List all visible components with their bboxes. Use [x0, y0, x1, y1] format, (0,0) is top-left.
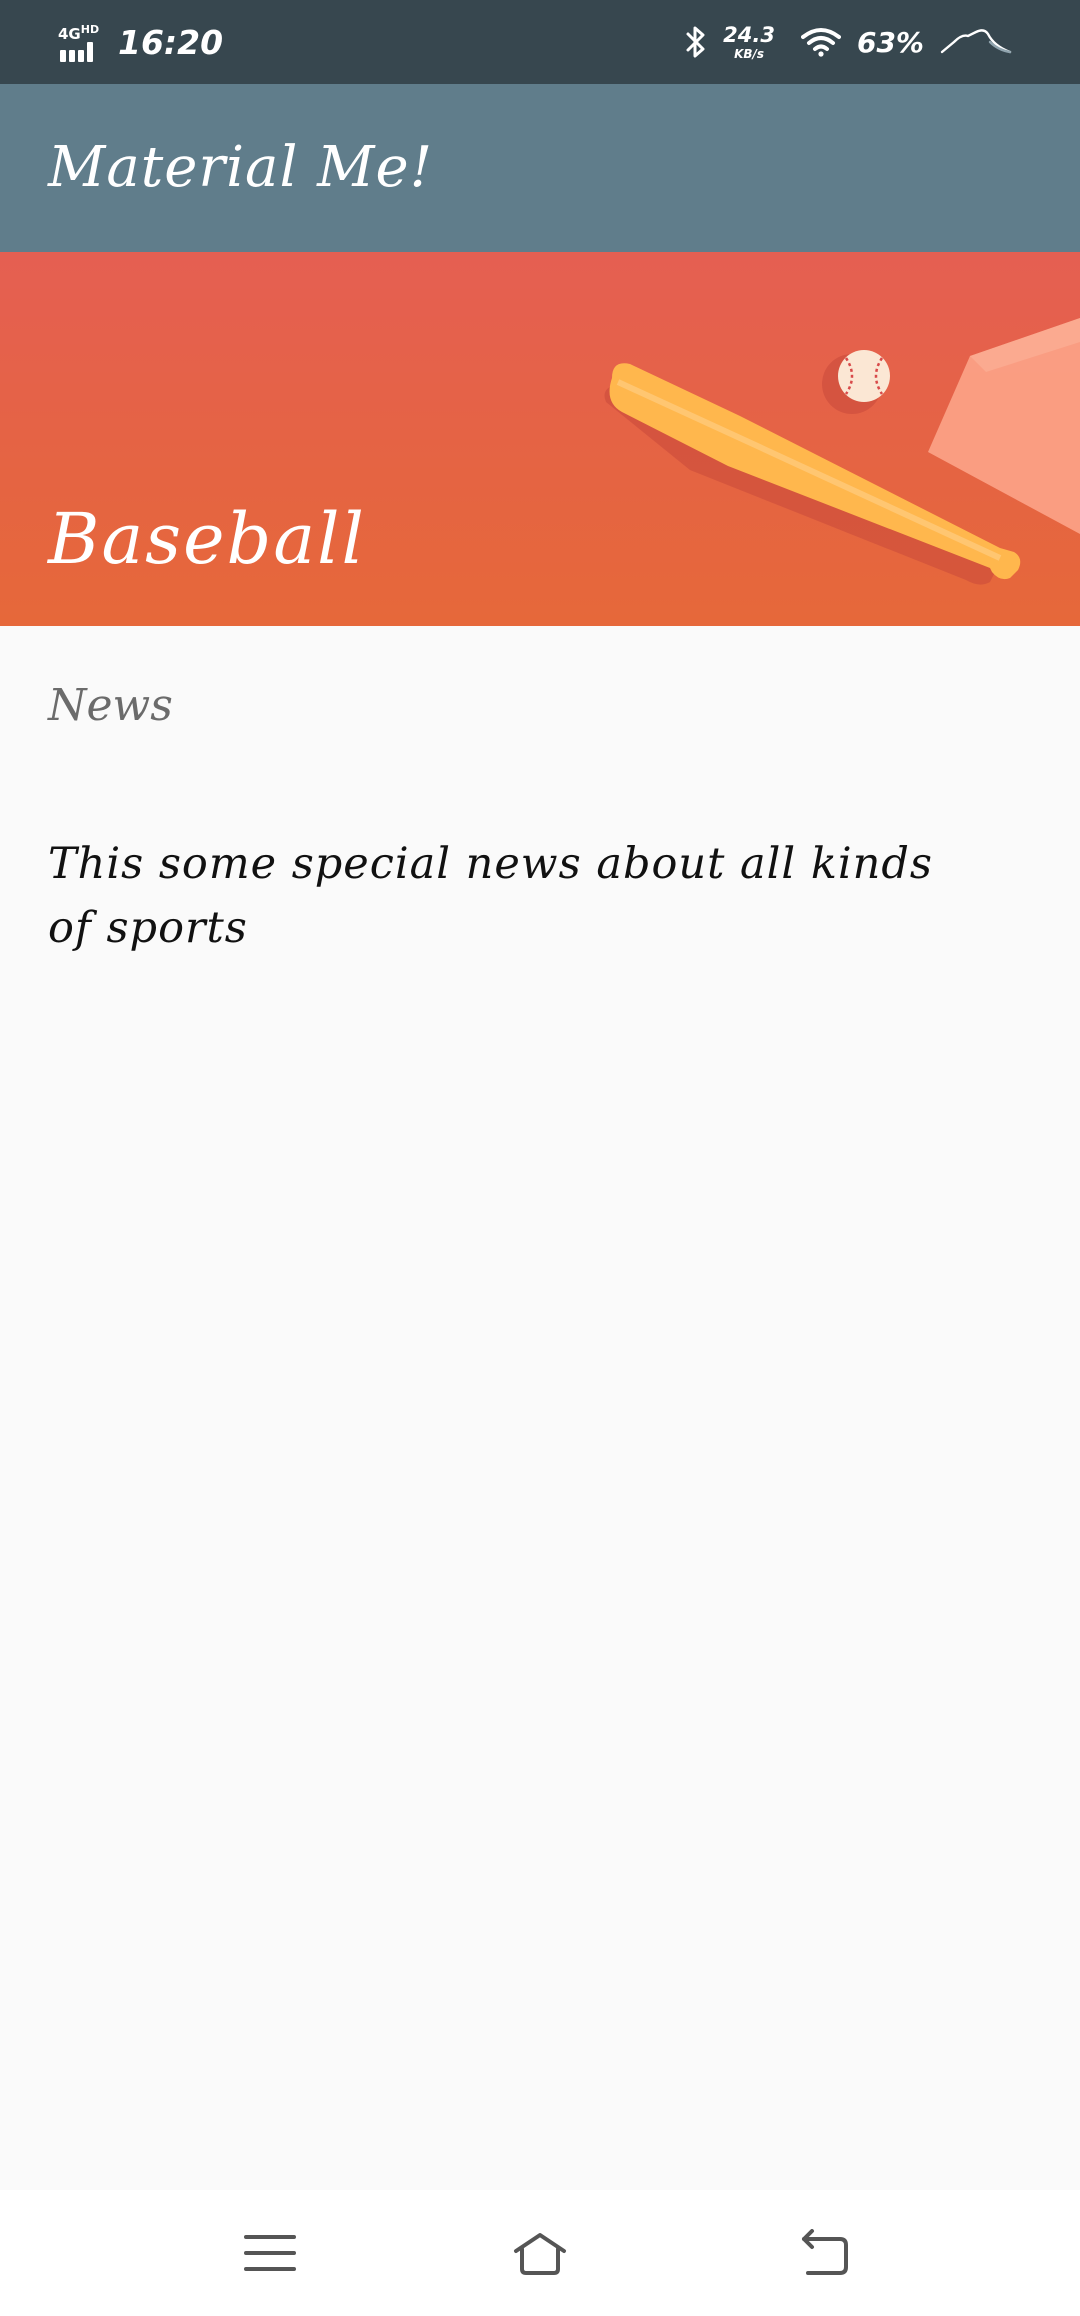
home-button[interactable]: [480, 2190, 600, 2316]
navigation-bar: [0, 2190, 1080, 2316]
news-subtitle: News: [48, 680, 173, 731]
signal-icon: 4GHD: [58, 22, 104, 62]
back-button[interactable]: [764, 2190, 884, 2316]
news-body: This some special news about all kinds o…: [48, 839, 933, 953]
wifi-icon: [800, 28, 841, 57]
battery-icon: [940, 29, 1012, 54]
bluetooth-icon: [686, 26, 705, 58]
home-icon: [514, 2233, 566, 2275]
status-bar-right: 24.3 KB/s 63%: [685, 0, 1012, 84]
network-speed: 24.3 KB/s: [723, 22, 775, 61]
status-bar-left: 4GHD 16:20: [58, 0, 223, 84]
battery-percentage: 63%: [856, 25, 924, 59]
back-icon: [802, 2229, 848, 2275]
sport-banner: Baseball: [0, 252, 1080, 626]
status-time: 16:20: [118, 22, 224, 62]
app-bar: Material Me!: [0, 84, 1080, 252]
menu-icon: [244, 2235, 296, 2271]
network-type: 4GHD: [58, 23, 100, 43]
screen: 4GHD 16:20 24.3 KB/s 63% Material Me! Ba…: [0, 0, 1080, 2316]
app-title: Material Me!: [48, 135, 434, 200]
menu-button[interactable]: [210, 2190, 330, 2316]
banner-title: Baseball: [48, 498, 366, 580]
status-bar: 4GHD 16:20 24.3 KB/s 63%: [0, 0, 1080, 84]
